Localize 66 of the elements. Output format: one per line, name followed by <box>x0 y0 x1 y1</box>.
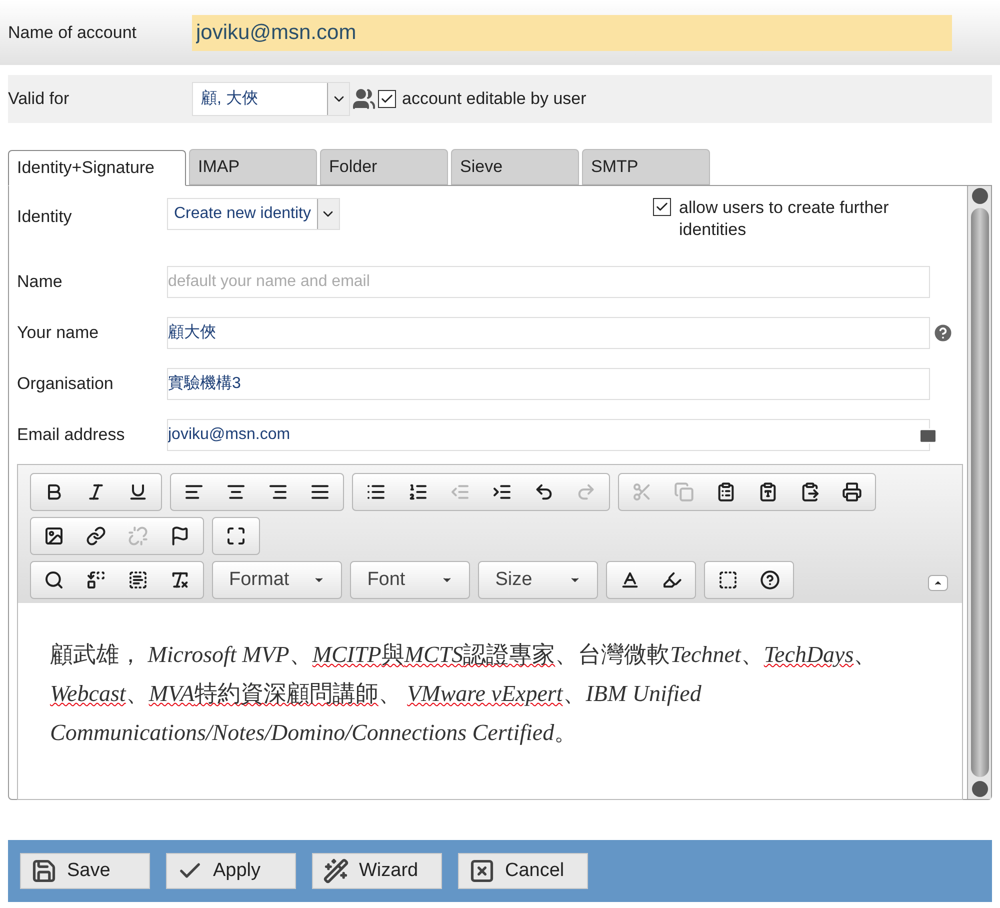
dropdown-button[interactable]: Format <box>212 561 342 599</box>
user-select[interactable]: 顧, 大俠 <box>192 82 350 116</box>
highlighter-icon <box>662 570 682 590</box>
undo-icon <box>534 482 554 502</box>
link-icon <box>86 526 106 546</box>
field-label: Valid for <box>8 88 70 110</box>
tab[interactable]: Identity+Signature <box>8 150 186 186</box>
tab[interactable]: Sieve <box>451 149 579 185</box>
italic-icon <box>86 482 106 502</box>
outdent-icon <box>450 482 470 502</box>
text-field[interactable]: default your name and email <box>167 266 930 298</box>
footer-button[interactable]: Save <box>20 853 150 889</box>
redo-icon <box>576 482 596 502</box>
unlink-icon <box>128 526 148 546</box>
footer-button[interactable]: Wizard <box>312 853 442 889</box>
maximize-icon <box>226 526 246 546</box>
replace-icon <box>86 570 106 590</box>
identity-select[interactable]: Create new identity <box>167 198 340 230</box>
image-icon <box>44 526 64 546</box>
field-label: Email address <box>17 424 126 446</box>
text-color-icon <box>620 570 640 590</box>
checkbox-label: account editable by user <box>402 88 586 110</box>
collapse-button[interactable] <box>928 575 948 591</box>
footer-button[interactable]: Apply <box>166 853 296 889</box>
search-icon <box>44 570 64 590</box>
field-label: Identity <box>17 206 73 228</box>
indent-icon <box>492 482 512 502</box>
copy-icon <box>674 482 694 502</box>
x-square-icon <box>469 858 495 884</box>
clipboard-icon <box>800 482 820 502</box>
editor-text: 顧武雄， Microsoft MVP、MCITP與MCTS認證專家、台灣微軟Technet、TechDays、 Webcast、MVA特約資深顧問講師、 VMware vExpert、IBM Unified Communications/Notes/Domino/Connections Certified。 <box>50 641 878 747</box>
printer-icon <box>842 482 862 502</box>
field-label: Name of account <box>8 22 138 44</box>
checkbox[interactable] <box>378 90 396 108</box>
tab[interactable]: Folder <box>320 149 448 185</box>
field-label: Name <box>17 270 64 293</box>
bullet-list-icon <box>366 482 386 502</box>
align-right-icon <box>268 482 288 502</box>
clear-format-icon <box>170 570 190 590</box>
numbered-list-icon <box>408 482 428 502</box>
footer-button[interactable]: Cancel <box>458 853 588 889</box>
users-icon <box>352 87 376 111</box>
align-left-icon <box>184 482 204 502</box>
tab[interactable]: SMTP <box>582 149 710 185</box>
align-center-icon <box>226 482 246 502</box>
flag-icon <box>170 526 190 546</box>
checkbox[interactable] <box>653 198 671 216</box>
clipboard-icon <box>716 482 736 502</box>
field-label: Your name <box>17 322 100 344</box>
scissors-icon <box>632 482 652 502</box>
dropdown-button[interactable]: Font <box>350 561 470 599</box>
text-field[interactable]: 實驗機構3 <box>167 368 930 400</box>
select-text-icon <box>128 570 148 590</box>
clipboard-text-icon <box>758 482 778 502</box>
scrollbar[interactable] <box>967 186 991 799</box>
dropdown-button[interactable]: Size <box>478 561 598 599</box>
field-label: Organisation <box>17 372 114 395</box>
help-icon[interactable] <box>932 322 954 344</box>
checkbox-label: allow users to create further identities <box>679 197 890 241</box>
magic-wand-icon <box>323 858 349 884</box>
justify-icon <box>310 482 330 502</box>
tab[interactable]: IMAP <box>189 149 317 185</box>
text-field[interactable]: 顧大俠 <box>167 316 930 348</box>
underline-icon <box>128 482 148 502</box>
dashed-square-icon <box>718 570 738 590</box>
help-icon <box>760 570 780 590</box>
